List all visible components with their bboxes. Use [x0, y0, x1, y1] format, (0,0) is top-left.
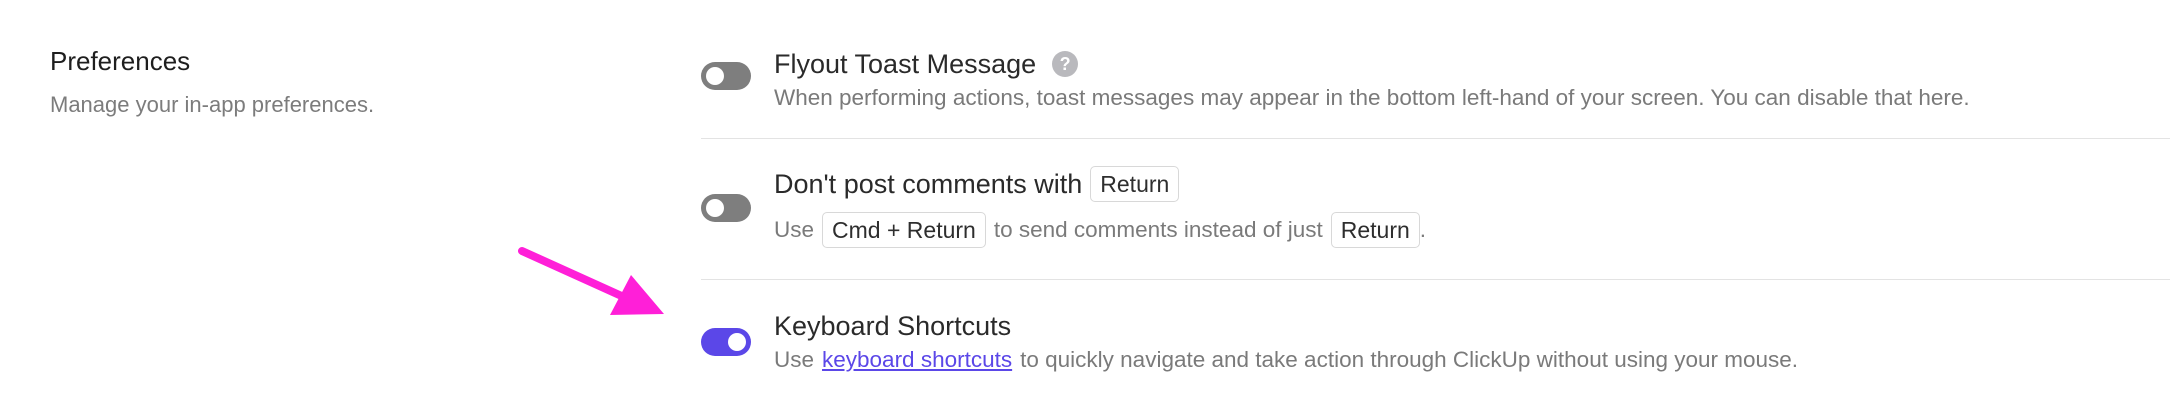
return-key-badge: Return — [1330, 212, 1420, 248]
annotation-arrow-icon — [518, 247, 664, 315]
setting-flyout-toast: Flyout Toast Message ? When performing a… — [701, 38, 2170, 139]
setting-description: When performing actions, toast messages … — [774, 85, 1970, 110]
setting-title: Don't post comments with Return — [774, 166, 2170, 202]
setting-content: Flyout Toast Message ? When performing a… — [774, 46, 2170, 114]
description-suffix: to quickly navigate and take action thro… — [1020, 347, 1799, 372]
setting-title: Flyout Toast Message ? — [774, 46, 2170, 82]
toggle-knob — [728, 333, 746, 351]
setting-description: Use Cmd + Return to send comments instea… — [774, 212, 2170, 248]
description-prefix: Use — [774, 347, 815, 372]
flyout-toast-toggle[interactable] — [701, 62, 751, 90]
dont-post-comments-toggle[interactable] — [701, 194, 751, 222]
setting-content: Keyboard Shortcuts Use keyboard shortcut… — [774, 308, 2170, 376]
return-key-badge: Return — [1090, 166, 1180, 202]
question-mark-icon[interactable]: ? — [1052, 51, 1079, 77]
setting-title: Keyboard Shortcuts — [774, 311, 1012, 341]
keyboard-shortcuts-toggle[interactable] — [701, 328, 751, 356]
keyboard-shortcuts-link[interactable]: keyboard shortcuts — [822, 344, 1012, 376]
setting-title-text: Don't post comments with — [774, 169, 1083, 199]
preferences-page: Preferences Manage your in-app preferenc… — [0, 0, 2170, 400]
preferences-list: Flyout Toast Message ? When performing a… — [701, 0, 2170, 400]
setting-title-text: Flyout Toast Message — [774, 49, 1037, 79]
setting-description: Use keyboard shortcuts to quickly naviga… — [774, 344, 2170, 376]
setting-dont-post-comments: Don't post comments with Return Use Cmd … — [701, 139, 2170, 280]
toggle-knob — [706, 67, 724, 85]
section-subtitle: Manage your in-app preferences. — [50, 92, 375, 117]
description-suffix: . — [1419, 217, 1427, 242]
setting-keyboard-shortcuts: Keyboard Shortcuts Use keyboard shortcut… — [701, 280, 2170, 400]
description-prefix: Use — [774, 217, 815, 242]
preferences-section-header: Preferences Manage your in-app preferenc… — [50, 44, 610, 120]
cmd-return-key-badge: Cmd + Return — [822, 212, 986, 248]
setting-content: Don't post comments with Return Use Cmd … — [774, 166, 2170, 248]
toggle-knob — [706, 199, 724, 217]
section-title: Preferences — [50, 46, 191, 76]
description-middle: to send comments instead of just — [993, 217, 1323, 242]
